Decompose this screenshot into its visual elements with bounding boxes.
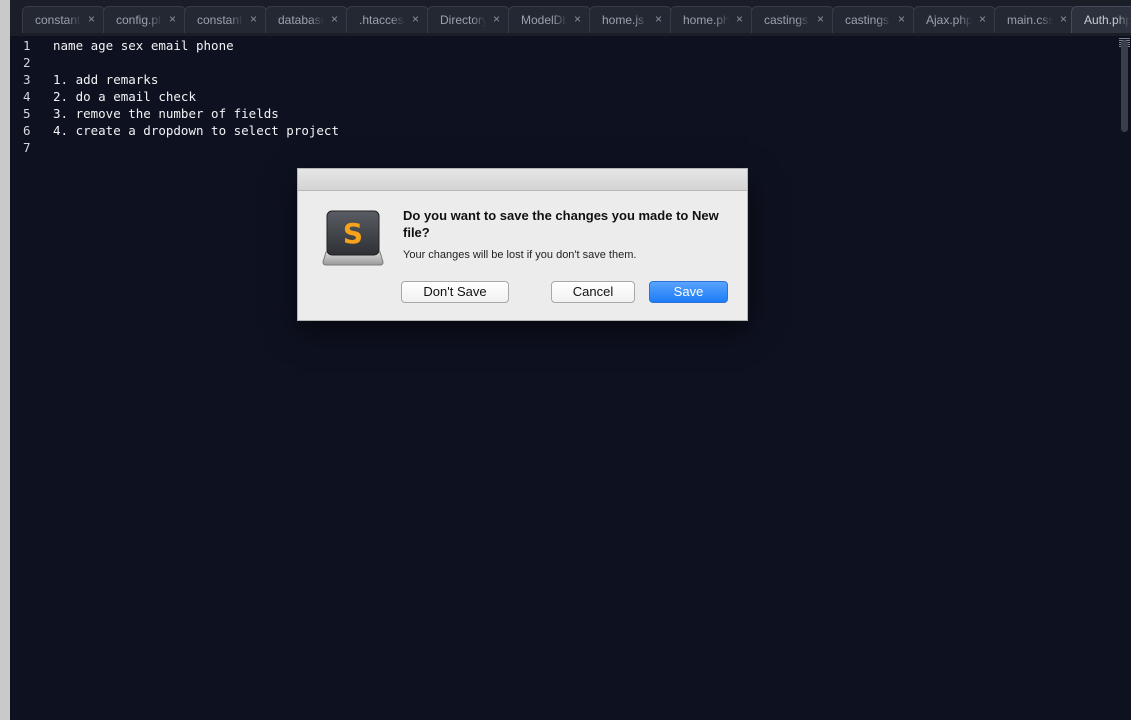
tab-close-icon[interactable]: ×	[574, 12, 581, 26]
tab[interactable]: Auth.php	[1071, 6, 1131, 33]
tab[interactable]: constants.php ×	[22, 6, 105, 33]
editor-line: 6 4. create a dropdown to select project	[10, 122, 1110, 139]
tab-close-icon[interactable]: ×	[250, 12, 257, 26]
tab[interactable]: home.php ×	[670, 6, 753, 33]
tab[interactable]: main.css ×	[994, 6, 1077, 33]
tab-label: castings	[845, 13, 890, 27]
dialog-titlebar	[298, 169, 747, 191]
editor-line: 4 2. do a email check	[10, 88, 1110, 105]
line-number: 4	[23, 89, 31, 104]
text-editor[interactable]: 1 name age sex email phone 2 3 1. add remark…	[10, 36, 1118, 720]
tab-close-icon[interactable]: ×	[817, 12, 824, 26]
tab-label: Ajax.php	[926, 13, 972, 27]
editor-line: 5 3. remove the number of fields	[10, 105, 1110, 122]
tab-label: ModelDb	[521, 13, 567, 27]
line-text: 4. create a dropdown to select project	[53, 123, 339, 138]
tab[interactable]: database.php ×	[265, 6, 348, 33]
tab-bar: constants.php×config.php×constants.php×d…	[10, 0, 1131, 37]
line-number: 2	[23, 55, 31, 70]
line-number: 1	[23, 38, 31, 53]
editor-line: 7	[10, 139, 1110, 156]
line-text: name age sex email phone	[53, 38, 234, 53]
sublime-text-app-icon: S	[322, 210, 384, 266]
save-button[interactable]: Save	[649, 281, 728, 303]
line-text: 1. add remarks	[53, 72, 159, 87]
tab-close-icon[interactable]: ×	[88, 12, 95, 26]
dont-save-button[interactable]: Don't Save	[401, 281, 509, 303]
tab-close-icon[interactable]: ×	[655, 12, 662, 26]
tab-label: database.php	[278, 13, 324, 27]
sublime-text-window: constants.php×config.php×constants.php×d…	[0, 0, 1131, 720]
tab[interactable]: ModelDb ×	[508, 6, 591, 33]
tab-close-icon[interactable]: ×	[1060, 12, 1067, 26]
line-number: 5	[23, 106, 31, 121]
tab-close-icon[interactable]: ×	[736, 12, 743, 26]
line-number: 6	[23, 123, 31, 138]
tab-label: home.js	[602, 13, 645, 27]
tab-label: Directory	[440, 13, 486, 27]
line-text: 2. do a email check	[53, 89, 196, 104]
tab[interactable]: home.js ×	[589, 6, 672, 33]
line-number: 3	[23, 72, 31, 87]
tab[interactable]: .htaccess ×	[346, 6, 429, 33]
tab-close-icon[interactable]: ×	[169, 12, 176, 26]
tab[interactable]: Directory ×	[427, 6, 510, 33]
editor-line: 3 1. add remarks	[10, 71, 1110, 88]
cancel-button[interactable]: Cancel	[551, 281, 635, 303]
tab[interactable]: constants.php ×	[184, 6, 267, 33]
tab-close-icon[interactable]: ×	[412, 12, 419, 26]
editor-line: 1 name age sex email phone	[10, 37, 1110, 54]
tab-label: home.php	[683, 13, 729, 27]
tab-close-icon[interactable]: ×	[898, 12, 905, 26]
dialog-message: Your changes will be lost if you don't s…	[403, 249, 637, 261]
tab[interactable]: castings ×	[832, 6, 915, 33]
tab-close-icon[interactable]: ×	[493, 12, 500, 26]
tab[interactable]: Ajax.php ×	[913, 6, 996, 33]
editor-line: 2	[10, 54, 1110, 71]
tab-label: Auth.php	[1084, 13, 1130, 27]
tab-label: castings	[764, 13, 809, 27]
line-text: 3. remove the number of fields	[53, 106, 279, 121]
tab-label: .htaccess	[359, 13, 405, 27]
tab-close-icon[interactable]: ×	[331, 12, 338, 26]
save-changes-dialog: S Do you want to save the changes you ma…	[297, 168, 748, 321]
tab-label: config.php	[116, 13, 162, 27]
scrollbar-thumb[interactable]	[1121, 40, 1128, 132]
dialog-title: Do you want to save the changes you made…	[403, 208, 719, 240]
tab-label: constants.php	[35, 13, 81, 27]
tab-label: constants.php	[197, 13, 243, 27]
tab[interactable]: config.php ×	[103, 6, 186, 33]
vertical-scrollbar[interactable]	[1118, 36, 1131, 720]
line-number: 7	[23, 140, 31, 155]
tab-label: main.css	[1007, 13, 1053, 27]
tab[interactable]: castings ×	[751, 6, 834, 33]
sublime-s-glyph: S	[343, 217, 363, 250]
tab-close-icon[interactable]: ×	[979, 12, 986, 26]
